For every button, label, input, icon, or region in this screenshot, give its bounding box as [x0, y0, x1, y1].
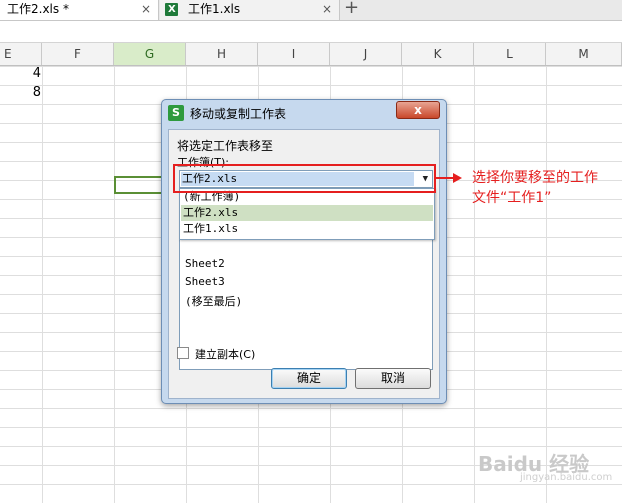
create-copy-label: 建立副本(C) [195, 348, 256, 361]
tab-label: 工作1.xls [188, 2, 241, 16]
tab-workbook-1[interactable]: 工作1.xls × [160, 0, 340, 20]
close-button[interactable]: x [396, 101, 440, 119]
cancel-button[interactable]: 取消 [355, 368, 431, 389]
column-header-h[interactable]: H [186, 43, 258, 65]
spreadsheet-icon [165, 0, 178, 19]
grid-line [474, 66, 475, 503]
grid-line [114, 66, 115, 503]
column-header-i[interactable]: I [258, 43, 330, 65]
formula-strip [0, 21, 622, 43]
column-header-j[interactable]: J [330, 43, 402, 65]
annotation-arrow-line [436, 177, 453, 179]
annotation-line-2: 文件“工作1” [472, 190, 552, 206]
move-copy-sheet-dialog: S 移动或复制工作表 x 将选定工作表移至 工作簿(T): Sheet2 She… [161, 99, 447, 404]
dropdown-option-workbook-1[interactable]: 工作1.xls [181, 221, 433, 237]
tab-workbook-2[interactable]: 工作2.xls * × [0, 0, 159, 20]
column-header-f[interactable]: F [42, 43, 114, 65]
close-icon[interactable]: × [322, 0, 332, 19]
baidu-watermark-url: jingyan.baidu.com [520, 472, 613, 483]
dialog-titlebar[interactable]: S 移动或复制工作表 x [162, 100, 446, 125]
column-header-k[interactable]: K [402, 43, 474, 65]
column-header-row: E F G H I J K L M [0, 43, 622, 66]
annotation-highlight-box [173, 164, 436, 193]
close-icon[interactable]: × [141, 0, 151, 19]
annotation-line-1: 选择你要移至的工作 [472, 170, 598, 186]
grid-line [546, 66, 547, 503]
tab-bar: 工作2.xls * × 工作1.xls × + [0, 0, 622, 21]
create-copy-checkbox[interactable] [177, 347, 189, 359]
ok-button[interactable]: 确定 [271, 368, 347, 389]
column-header-m[interactable]: M [546, 43, 622, 65]
workbook-dropdown-list[interactable]: (新工作簿) 工作2.xls 工作1.xls [179, 188, 435, 240]
column-header-l[interactable]: L [474, 43, 546, 65]
annotation-text: 选择你要移至的工作 文件“工作1” [472, 168, 622, 208]
cell-e1[interactable]: 4 [0, 66, 41, 81]
dialog-title: 移动或复制工作表 [190, 107, 287, 121]
grid-line [42, 66, 43, 503]
tab-label: 工作2.xls * [7, 2, 69, 16]
move-to-label: 将选定工作表移至 [177, 139, 274, 153]
list-item[interactable]: (移至最后) [185, 293, 242, 309]
app-logo-icon: S [168, 105, 184, 121]
new-tab-icon[interactable]: + [344, 0, 359, 18]
dropdown-option-workbook-2[interactable]: 工作2.xls [181, 205, 433, 221]
annotation-arrow-icon [453, 173, 462, 183]
list-item[interactable]: Sheet3 [185, 275, 225, 288]
list-item[interactable]: Sheet2 [185, 257, 225, 270]
column-header-g[interactable]: G [114, 43, 186, 65]
column-header-e[interactable]: E [0, 43, 42, 65]
cell-e2[interactable]: 8 [0, 85, 41, 100]
